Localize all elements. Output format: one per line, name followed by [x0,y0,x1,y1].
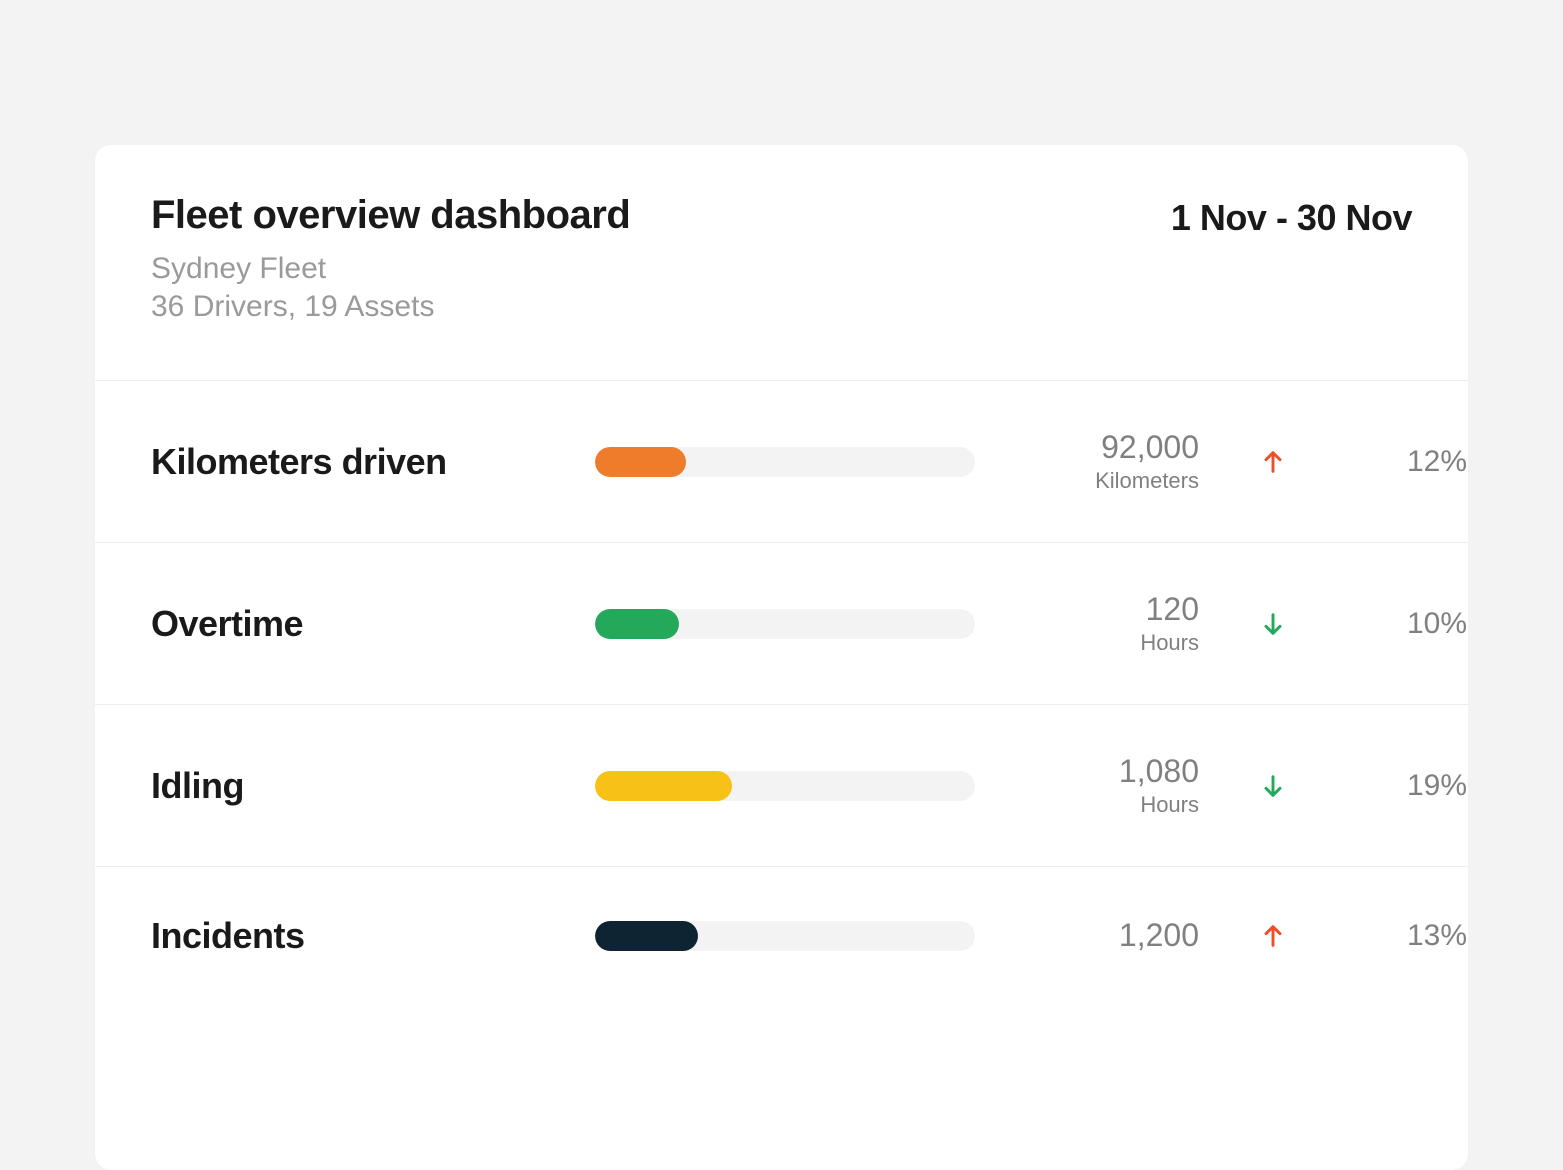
metric-value-col: 92,000 Kilometers [999,429,1199,494]
metric-label: Idling [151,765,571,807]
trend-indicator [1223,610,1323,638]
metric-value: 92,000 [999,429,1199,466]
metric-value: 1,200 [999,917,1199,954]
trend-indicator [1223,922,1323,950]
metric-value-col: 1,080 Hours [999,753,1199,818]
progress-bar [595,921,975,951]
progress-bar [595,609,975,639]
fleet-stats: 36 Drivers, 19 Assets [151,290,630,324]
arrow-up-icon [1259,448,1287,476]
progress-fill [595,447,686,477]
arrow-down-icon [1259,772,1287,800]
metric-value-col: 1,200 [999,917,1199,956]
progress-fill [595,771,732,801]
dashboard-card: Fleet overview dashboard Sydney Fleet 36… [95,145,1468,1170]
metric-change: 13% [1347,919,1467,953]
metric-row-incidents: Incidents 1,200 13% [95,867,1468,1005]
metric-unit: Kilometers [999,468,1199,494]
arrow-down-icon [1259,610,1287,638]
metric-row-kilometers: Kilometers driven 92,000 Kilometers 12% [95,381,1468,543]
metric-row-overtime: Overtime 120 Hours 10% [95,543,1468,705]
progress-fill [595,609,679,639]
date-range[interactable]: 1 Nov - 30 Nov [1171,197,1412,239]
arrow-up-icon [1259,922,1287,950]
metric-unit: Hours [999,630,1199,656]
metric-change: 12% [1347,445,1467,479]
metric-label: Overtime [151,603,571,645]
metric-value: 1,080 [999,753,1199,790]
metric-label: Incidents [151,915,571,957]
metric-value: 120 [999,591,1199,628]
progress-bar [595,447,975,477]
header-left: Fleet overview dashboard Sydney Fleet 36… [151,193,630,324]
trend-indicator [1223,772,1323,800]
metric-label: Kilometers driven [151,441,571,483]
metric-value-col: 120 Hours [999,591,1199,656]
metric-change: 19% [1347,769,1467,803]
page-title: Fleet overview dashboard [151,193,630,238]
fleet-name: Sydney Fleet [151,252,630,286]
dashboard-header: Fleet overview dashboard Sydney Fleet 36… [95,145,1468,381]
metric-row-idling: Idling 1,080 Hours 19% [95,705,1468,867]
progress-fill [595,921,698,951]
metric-change: 10% [1347,607,1467,641]
trend-indicator [1223,448,1323,476]
metric-unit: Hours [999,792,1199,818]
progress-bar [595,771,975,801]
